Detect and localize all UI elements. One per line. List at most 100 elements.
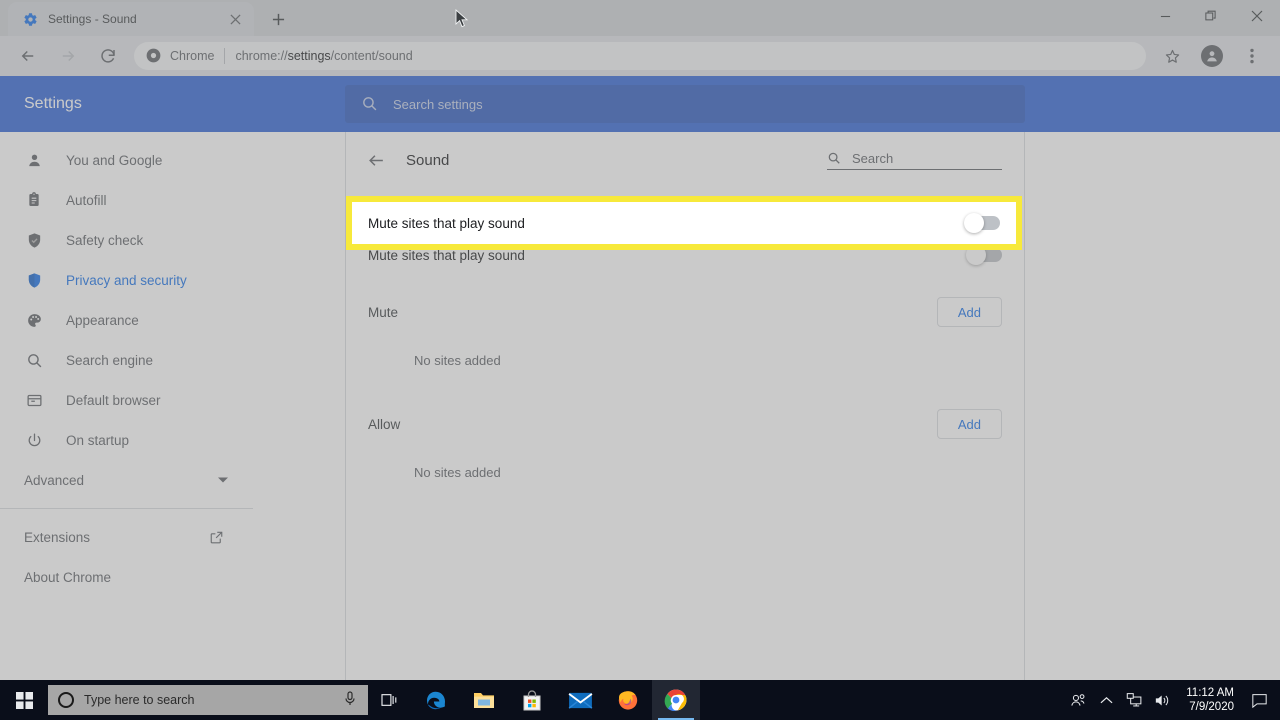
mute-empty-text: No sites added <box>414 352 501 368</box>
palette-icon <box>24 310 44 330</box>
sidebar-item-label: Autofill <box>66 192 107 208</box>
mute-section-header: Mute Add <box>368 284 1002 340</box>
three-dot-menu-icon[interactable] <box>1238 42 1266 70</box>
url-highlight: settings <box>287 49 331 63</box>
sidebar-item-label: Extensions <box>24 529 91 545</box>
sound-title: Sound <box>406 151 450 169</box>
sidebar-item-label: Search engine <box>66 352 154 368</box>
address-bar[interactable]: Chrome chrome://settings/content/sound <box>134 42 1146 70</box>
settings-sidebar: You and Google Autofill Safety check Pri… <box>0 132 345 680</box>
allow-section-title: Allow <box>368 416 401 432</box>
sidebar-item-safety-check[interactable]: Safety check <box>0 220 345 260</box>
search-icon <box>24 350 44 370</box>
close-window-button[interactable] <box>1234 0 1280 32</box>
sidebar-item-label: You and Google <box>66 152 163 168</box>
browser-toolbar: Chrome chrome://settings/content/sound <box>0 36 1280 76</box>
tab-title: Settings - Sound <box>48 12 137 26</box>
url-suffix: /content/sound <box>330 49 413 63</box>
sidebar-item-on-startup[interactable]: On startup <box>0 420 345 460</box>
chrome-icon <box>146 48 162 64</box>
back-arrow-icon[interactable] <box>14 42 42 70</box>
chevron-up-icon[interactable] <box>1092 680 1120 720</box>
mute-sites-toggle[interactable] <box>966 245 1002 265</box>
microphone-icon[interactable] <box>344 691 358 709</box>
edge-icon[interactable] <box>412 680 460 720</box>
allow-add-button[interactable]: Add <box>936 409 1002 439</box>
sidebar-item-label: Default browser <box>66 392 161 408</box>
sound-search-placeholder: Search <box>852 150 894 166</box>
sidebar-item-default-browser[interactable]: Default browser <box>0 380 345 420</box>
back-arrow-icon[interactable] <box>364 148 388 172</box>
chevron-down-icon <box>213 470 233 490</box>
sidebar-divider <box>0 508 253 509</box>
mute-add-button[interactable]: Add <box>936 297 1002 327</box>
network-icon[interactable] <box>1120 680 1148 720</box>
page-title: Settings <box>24 95 82 112</box>
task-view-icon[interactable] <box>368 680 412 720</box>
clock-time: 11:12 AM <box>1186 686 1234 699</box>
taskbar-app-buttons <box>412 680 700 720</box>
sidebar-item-advanced[interactable]: Advanced <box>0 460 345 500</box>
firefox-icon[interactable] <box>604 680 652 720</box>
windows-taskbar: Type here to search 11:12 AM 7/9/2020 <box>0 680 1280 720</box>
shield-check-icon <box>24 230 44 250</box>
search-settings-placeholder: Search settings <box>393 96 483 112</box>
notification-icon[interactable] <box>1244 680 1274 720</box>
sidebar-item-appearance[interactable]: Appearance <box>0 300 345 340</box>
reload-icon[interactable] <box>94 42 122 70</box>
new-tab-button[interactable] <box>264 5 292 33</box>
tab-strip: Settings - Sound <box>0 0 1280 36</box>
sidebar-item-autofill[interactable]: Autofill <box>0 180 345 220</box>
sound-page-header: Sound Search <box>346 132 1024 188</box>
nav-top-spacer <box>0 132 345 140</box>
star-icon[interactable] <box>1158 42 1186 70</box>
settings-page: Settings Search settings You and Google <box>0 76 1280 680</box>
search-icon <box>827 151 842 166</box>
sidebar-item-you-and-google[interactable]: You and Google <box>0 140 345 180</box>
search-icon <box>361 95 379 113</box>
mute-sites-highlight-callout[interactable]: Mute sites that play sound <box>346 196 1022 250</box>
system-tray: 11:12 AM 7/9/2020 <box>1064 680 1280 720</box>
mute-section: Mute Add No sites added <box>346 284 1024 380</box>
sidebar-item-search-engine[interactable]: Search engine <box>0 340 345 380</box>
windows-start-icon[interactable] <box>0 680 48 720</box>
volume-icon[interactable] <box>1148 680 1176 720</box>
sidebar-item-privacy-and-security[interactable]: Privacy and security <box>0 260 345 300</box>
sidebar-advanced-label: Advanced <box>24 472 85 488</box>
window-controls <box>1142 0 1280 32</box>
settings-header: Settings Search settings <box>0 76 1280 132</box>
sidebar-item-about-chrome[interactable]: About Chrome <box>0 557 345 597</box>
microsoft-store-icon[interactable] <box>508 680 556 720</box>
taskbar-search-input[interactable]: Type here to search <box>48 685 368 715</box>
people-icon[interactable] <box>1064 680 1092 720</box>
file-explorer-icon[interactable] <box>460 680 508 720</box>
power-icon <box>24 430 44 450</box>
mute-sites-toggle-highlighted[interactable] <box>964 213 1000 233</box>
browser-tab[interactable]: Settings - Sound <box>8 2 254 36</box>
profile-avatar-icon[interactable] <box>1198 42 1226 70</box>
mute-sites-label-highlighted: Mute sites that play sound <box>368 215 525 231</box>
cortana-circle-icon <box>58 692 74 708</box>
maximize-restore-button[interactable] <box>1188 0 1234 32</box>
search-settings-input[interactable]: Search settings <box>345 85 1025 123</box>
forward-arrow-icon[interactable] <box>54 42 82 70</box>
sidebar-item-extensions[interactable]: Extensions <box>0 517 345 557</box>
mute-section-title: Mute <box>368 304 399 320</box>
sidebar-item-label: Privacy and security <box>66 272 187 288</box>
omnibox-url: chrome://settings/content/sound <box>235 49 412 63</box>
sound-search-input[interactable]: Search <box>827 151 1002 170</box>
taskbar-clock[interactable]: 11:12 AM 7/9/2020 <box>1176 680 1244 720</box>
external-link-icon <box>207 528 225 546</box>
allow-section: Allow Add No sites added <box>346 396 1024 492</box>
toggle-knob <box>964 213 984 233</box>
allow-empty-text: No sites added <box>414 464 501 480</box>
sidebar-item-label: On startup <box>66 432 130 448</box>
minimize-button[interactable] <box>1142 0 1188 32</box>
close-icon[interactable] <box>226 10 244 28</box>
chrome-icon[interactable] <box>652 680 700 720</box>
settings-right-pane <box>1026 132 1280 680</box>
sidebar-item-label: About Chrome <box>24 569 112 585</box>
clipboard-icon <box>24 190 44 210</box>
browser-window: Settings - Sound Chrome chrome://setting… <box>0 0 1280 680</box>
mail-icon[interactable] <box>556 680 604 720</box>
